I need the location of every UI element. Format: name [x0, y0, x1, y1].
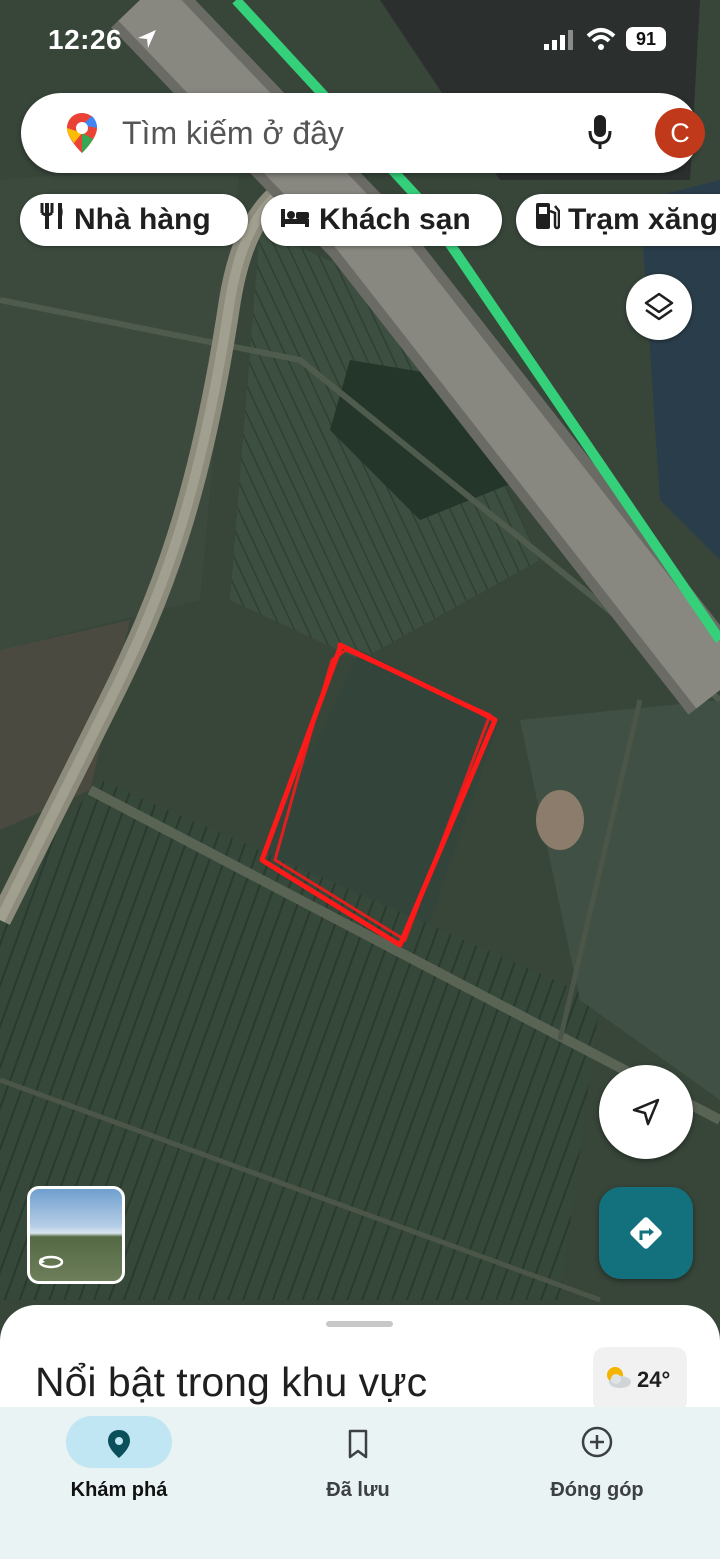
wifi-icon	[586, 27, 616, 56]
location-arrow-icon	[136, 28, 158, 55]
street-view-thumbnail[interactable]	[27, 1186, 125, 1284]
battery-icon: 91	[626, 27, 666, 51]
chip-hotels[interactable]: Khách sạn	[261, 194, 502, 246]
search-input[interactable]: Tìm kiếm ở đây	[122, 115, 344, 152]
partly-cloudy-icon	[607, 1367, 631, 1388]
nav-explore[interactable]: Khám phá	[19, 1407, 219, 1527]
status-bar: 12:26 91	[0, 0, 720, 80]
chip-label: Trạm xăng	[568, 203, 719, 236]
chip-label: Nhà hàng	[74, 203, 211, 236]
bottom-navigation: Khám phá Đã lưu Đóng góp	[0, 1407, 720, 1559]
status-time: 12:26	[48, 24, 123, 55]
search-bar[interactable]: Tìm kiếm ở đây C	[21, 93, 705, 173]
map-layers-button[interactable]	[626, 274, 692, 340]
nav-contribute[interactable]: Đóng góp	[497, 1407, 697, 1527]
account-avatar[interactable]: C	[655, 108, 705, 158]
explore-pin-icon	[108, 1430, 130, 1458]
gas-station-icon	[534, 201, 561, 239]
directions-icon	[630, 1217, 662, 1249]
chip-restaurants[interactable]: Nhà hàng	[20, 194, 248, 246]
my-location-button[interactable]	[599, 1065, 693, 1159]
sheet-title: Nổi bật trong khu vực	[35, 1359, 428, 1405]
signal-icon	[544, 30, 574, 55]
rotate-360-icon	[38, 1255, 64, 1269]
nav-saved[interactable]: Đã lưu	[258, 1407, 458, 1527]
bookmark-icon	[348, 1429, 368, 1459]
directions-button[interactable]	[599, 1187, 693, 1279]
weather-badge[interactable]: 24°	[593, 1347, 687, 1413]
weather-temp: 24°	[637, 1367, 671, 1392]
navigation-arrow-icon	[632, 1098, 660, 1126]
microphone-icon[interactable]	[587, 113, 613, 156]
nav-saved-label: Đã lưu	[326, 1479, 390, 1501]
nav-contribute-indicator	[544, 1416, 650, 1468]
sheet-drag-handle[interactable]	[326, 1321, 393, 1327]
chip-gas-stations[interactable]: Trạm xăng	[516, 194, 720, 246]
add-circle-icon	[581, 1426, 613, 1458]
layers-icon	[644, 292, 674, 321]
chip-label: Khách sạn	[319, 203, 471, 236]
hotel-icon	[279, 203, 311, 237]
restaurant-icon	[38, 201, 66, 239]
nav-contribute-label: Đóng góp	[550, 1479, 644, 1501]
nav-explore-label: Khám phá	[70, 1479, 168, 1501]
maps-pin-icon	[65, 111, 99, 160]
nav-saved-indicator	[305, 1416, 411, 1468]
nav-explore-indicator	[66, 1416, 172, 1468]
